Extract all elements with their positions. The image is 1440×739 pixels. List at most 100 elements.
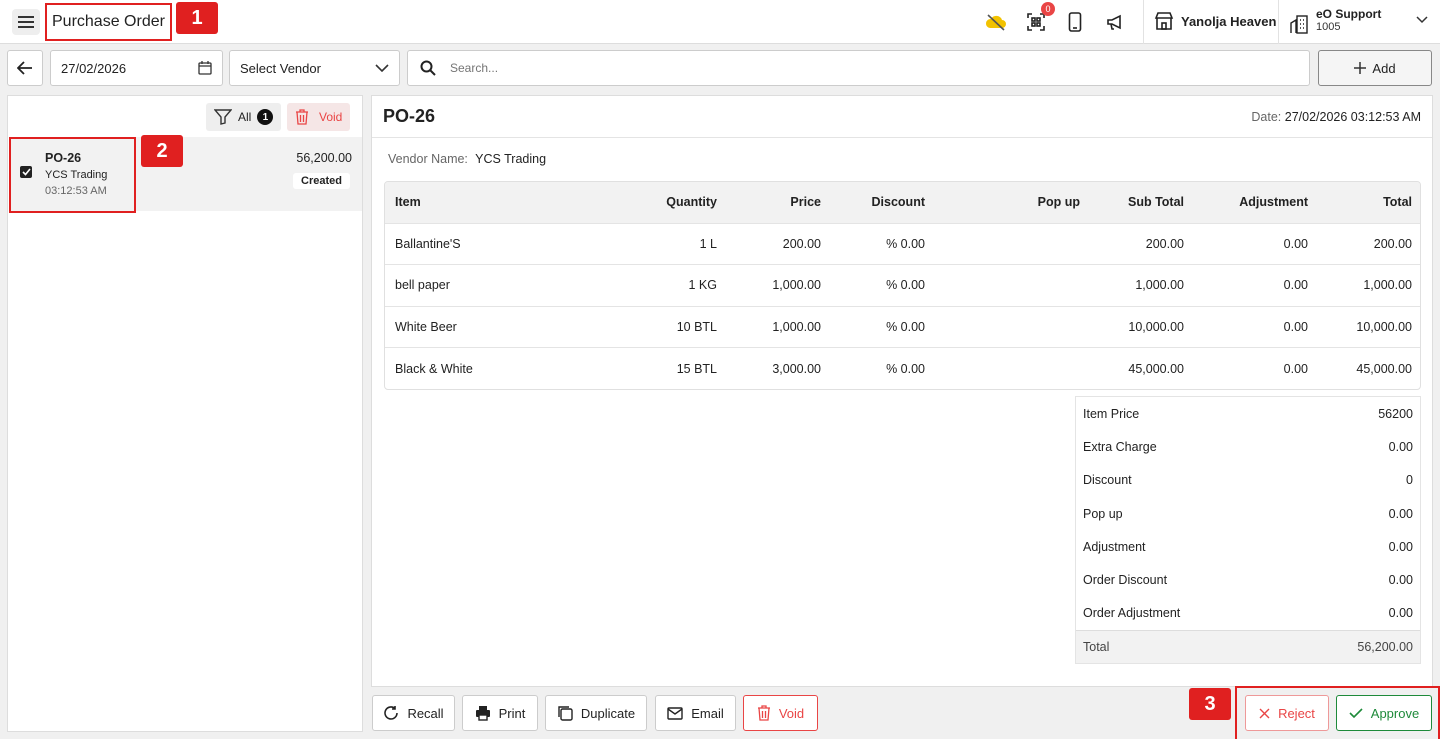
column-header: Price bbox=[727, 182, 831, 223]
summary-value: 0.00 bbox=[1388, 439, 1413, 454]
chevron-down-icon[interactable] bbox=[1416, 16, 1428, 24]
user-menu[interactable]: eO Support 1005 bbox=[1290, 7, 1381, 35]
hotel-name: Yanolja Heaven bbox=[1181, 13, 1277, 29]
table-cell: 200.00 bbox=[1090, 222, 1194, 265]
filter-toolbar: 27/02/2026 Select Vendor Add bbox=[0, 44, 1440, 94]
search-field[interactable] bbox=[407, 50, 1310, 86]
table-cell: 200.00 bbox=[727, 222, 831, 265]
user-name: eO Support bbox=[1316, 7, 1382, 21]
add-button-label: Add bbox=[1372, 60, 1396, 76]
detail-header: PO-26 Date: 27/02/2026 03:12:53 AM bbox=[372, 96, 1432, 138]
approve-button[interactable]: Approve bbox=[1336, 695, 1432, 731]
print-button[interactable]: Print bbox=[462, 695, 538, 731]
summary-row: Adjustment 0.00 bbox=[1076, 530, 1420, 563]
table-cell: % 0.00 bbox=[831, 347, 935, 389]
column-header: Pop up bbox=[935, 182, 1090, 223]
vendor-name-value: YCS Trading bbox=[475, 152, 547, 166]
offline-cloud-icon[interactable] bbox=[985, 12, 1007, 32]
item-checkbox[interactable] bbox=[20, 166, 32, 178]
table-cell: 1 L bbox=[590, 222, 727, 265]
date-value: 27/02/2026 03:12:53 AM bbox=[1284, 110, 1421, 124]
date-picker[interactable]: 27/02/2026 bbox=[50, 50, 223, 86]
summary-row: Order Adjustment 0.00 bbox=[1076, 597, 1420, 630]
filter-all-button[interactable]: All 1 bbox=[206, 103, 282, 131]
summary-label: Order Adjustment bbox=[1083, 606, 1181, 621]
table-cell: 10,000.00 bbox=[1318, 305, 1420, 348]
po-list-panel: All 1 Void PO-26 YCS Trading 03:12:53 AM… bbox=[7, 95, 363, 732]
status-badge: Created bbox=[293, 173, 350, 189]
table-cell: 0.00 bbox=[1194, 305, 1318, 348]
reject-button[interactable]: Reject bbox=[1245, 695, 1329, 731]
table-cell: 0.00 bbox=[1194, 347, 1318, 389]
table-header-row: Item Quantity Price Discount Pop up Sub … bbox=[385, 182, 1420, 223]
recall-button[interactable]: Recall bbox=[372, 695, 455, 731]
top-bar: Purchase Order 1 0 Yanolja Heaven eO Sup… bbox=[0, 0, 1440, 44]
table-cell: bell paper bbox=[385, 264, 590, 306]
void-filter-label: Void bbox=[319, 110, 343, 124]
store-icon bbox=[1154, 12, 1174, 30]
email-button[interactable]: Email bbox=[655, 695, 736, 731]
search-input[interactable] bbox=[450, 61, 1270, 75]
summary-row: Order Discount 0.00 bbox=[1076, 563, 1420, 596]
table-cell: Black & White bbox=[385, 347, 590, 389]
date-label: Date: bbox=[1251, 110, 1282, 124]
mail-icon bbox=[667, 706, 683, 720]
menu-icon bbox=[18, 16, 34, 28]
summary-row: Item Price 56200 bbox=[1076, 397, 1420, 430]
summary-total-row: Total 56,200.00 bbox=[1076, 630, 1420, 664]
summary-value: 0 bbox=[1406, 473, 1413, 488]
duplicate-label: Duplicate bbox=[580, 705, 636, 721]
void-button[interactable]: Void bbox=[743, 695, 818, 731]
table-cell: 1 KG bbox=[590, 264, 727, 306]
vendor-select[interactable]: Select Vendor bbox=[229, 50, 400, 86]
filter-all-label: All bbox=[238, 110, 252, 124]
vendor-name-label: Vendor Name: bbox=[388, 152, 468, 166]
arrow-left-icon bbox=[17, 61, 32, 75]
mobile-device-icon[interactable] bbox=[1064, 12, 1086, 32]
summary-label: Adjustment bbox=[1083, 539, 1146, 554]
vendor-select-label: Select Vendor bbox=[240, 60, 321, 76]
printer-icon bbox=[475, 706, 490, 721]
notification-count-badge: 0 bbox=[1041, 2, 1055, 16]
print-label: Print bbox=[498, 705, 526, 721]
column-header: Item bbox=[385, 182, 590, 223]
void-filter-button[interactable]: Void bbox=[287, 103, 351, 131]
hamburger-menu-button[interactable] bbox=[12, 9, 40, 35]
summary-value: 56200 bbox=[1378, 406, 1413, 421]
close-icon bbox=[1259, 708, 1270, 718]
summary-label: Item Price bbox=[1083, 406, 1140, 421]
refresh-icon bbox=[384, 706, 399, 720]
hotel-selector[interactable]: Yanolja Heaven bbox=[1154, 12, 1276, 30]
filter-icon bbox=[214, 109, 232, 125]
table-cell: 10 BTL bbox=[590, 305, 727, 348]
column-header: Total bbox=[1318, 182, 1420, 223]
chevron-down-icon bbox=[375, 64, 389, 72]
back-button[interactable] bbox=[7, 50, 43, 86]
table-cell: 0.00 bbox=[1194, 222, 1318, 265]
list-item[interactable]: PO-26 YCS Trading 03:12:53 AM 56,200.00 … bbox=[9, 137, 362, 213]
table-cell: 15 BTL bbox=[590, 347, 727, 389]
table-row: Black & White 15 BTL 3,000.00 % 0.00 45,… bbox=[385, 347, 1420, 389]
table-cell: 0.00 bbox=[1194, 264, 1318, 306]
callout-badge-2: 2 bbox=[141, 135, 183, 167]
trash-icon bbox=[757, 705, 770, 721]
summary-label: Total bbox=[1083, 640, 1110, 655]
duplicate-button[interactable]: Duplicate bbox=[545, 695, 647, 731]
callout-badge-3: 3 bbox=[1189, 688, 1231, 720]
summary-label: Discount bbox=[1083, 473, 1132, 488]
table-cell: % 0.00 bbox=[831, 264, 935, 306]
recall-label: Recall bbox=[407, 705, 444, 721]
page-title: Purchase Order bbox=[45, 3, 172, 41]
items-table: Item Quantity Price Discount Pop up Sub … bbox=[384, 181, 1421, 390]
po-item-time: 03:12:53 AM bbox=[45, 185, 107, 197]
table-cell: Ballantine'S bbox=[385, 222, 590, 265]
table-cell bbox=[935, 222, 1090, 265]
megaphone-icon[interactable] bbox=[1104, 12, 1126, 32]
column-header: Discount bbox=[831, 182, 935, 223]
summary-label: Pop up bbox=[1083, 506, 1123, 521]
summary-row: Extra Charge 0.00 bbox=[1076, 430, 1420, 463]
add-button[interactable]: Add bbox=[1318, 50, 1432, 86]
table-cell: 3,000.00 bbox=[727, 347, 831, 389]
table-cell: 45,000.00 bbox=[1318, 347, 1420, 389]
callout-badge-1: 1 bbox=[176, 2, 218, 34]
